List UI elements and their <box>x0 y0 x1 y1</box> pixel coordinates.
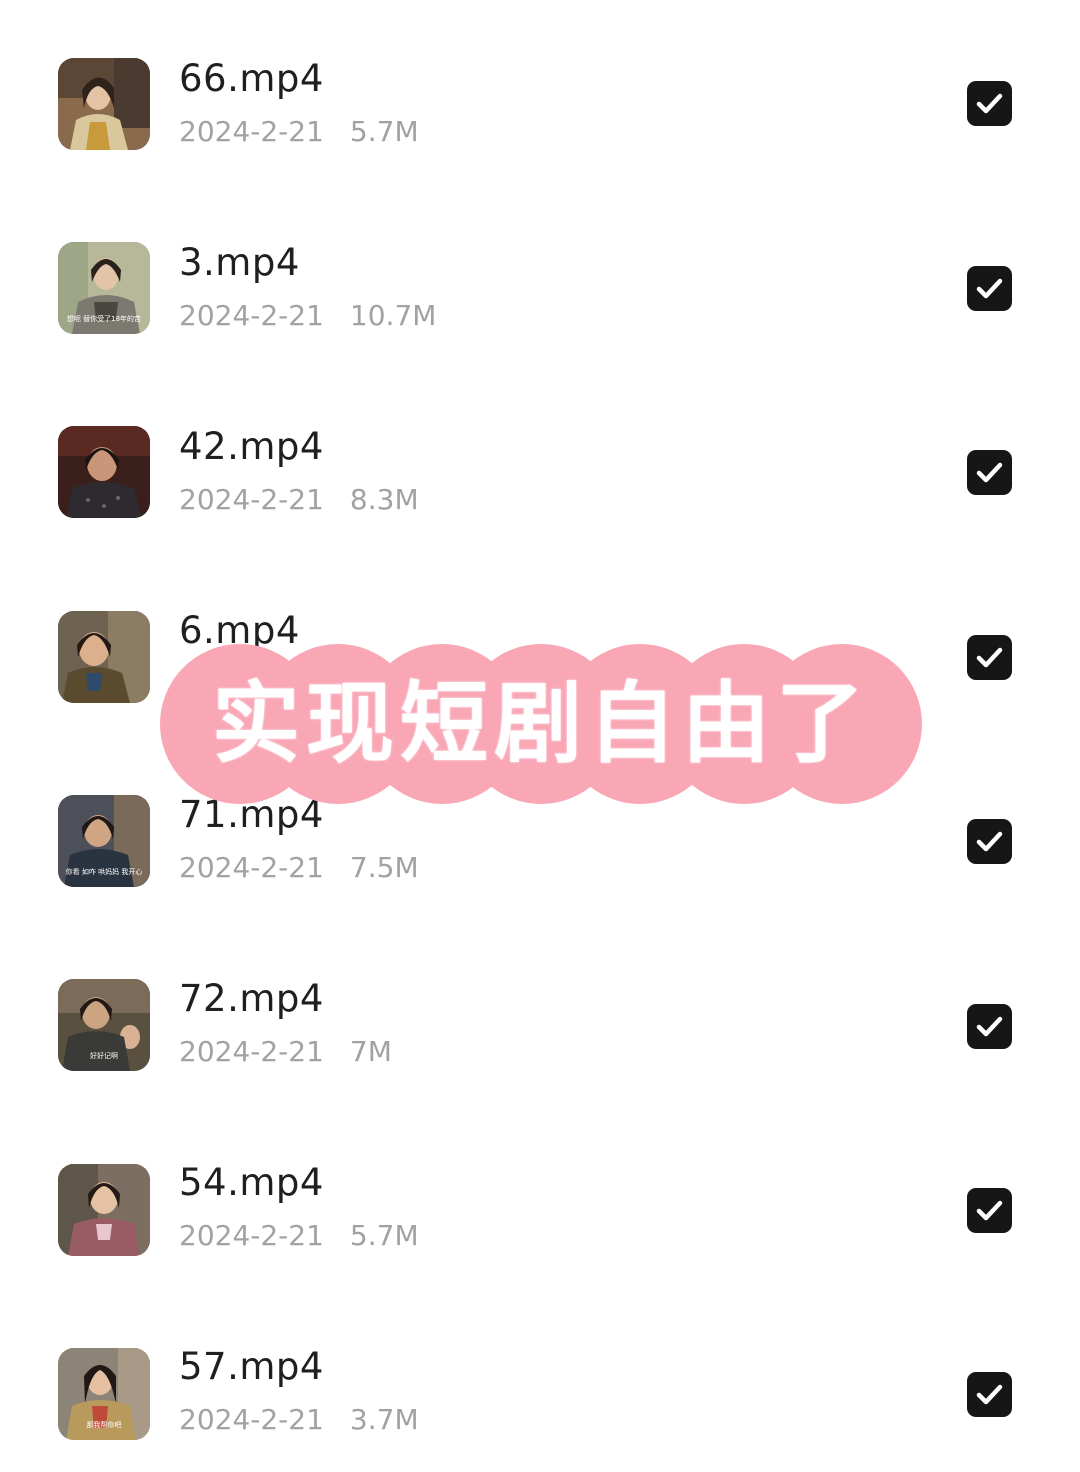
file-name: 3.mp4 <box>179 241 300 284</box>
checkmark-icon <box>976 831 1003 852</box>
checkmark-icon <box>976 647 1003 668</box>
thumbnail-image <box>58 58 150 150</box>
file-size: 10.7M <box>349 299 437 332</box>
video-thumbnail[interactable] <box>58 58 150 150</box>
file-size: 5.7M <box>349 1219 419 1252</box>
select-checkbox[interactable] <box>967 450 1012 495</box>
file-name: 54.mp4 <box>179 1161 324 1204</box>
thumbnail-caption: 那我帮你吧 <box>86 1421 122 1429</box>
thumbnail-caption: 想呢 替你受了18年的苦 <box>66 315 142 323</box>
file-size: 8.3M <box>349 483 419 516</box>
file-date: 2024-2-21 <box>179 115 324 148</box>
thumbnail-image <box>58 611 150 703</box>
video-thumbnail[interactable] <box>58 1164 150 1256</box>
list-item[interactable]: 那我帮你吧 57.mp4 2024-2-21 3.7M <box>0 1288 1080 1472</box>
file-meta: 2024-2-21 5.7M <box>179 118 419 146</box>
file-date: 2024-2-21 <box>179 1035 324 1068</box>
checkmark-icon <box>976 1200 1003 1221</box>
file-size: 7.5M <box>349 851 419 884</box>
checkmark-icon <box>976 1384 1003 1405</box>
select-checkbox[interactable] <box>967 1188 1012 1233</box>
video-thumbnail[interactable]: 你看 如咋 哄妈妈 我开心 <box>58 795 150 887</box>
checkmark-icon <box>976 1016 1003 1037</box>
thumbnail-image <box>58 1164 150 1256</box>
file-size: 3.7M <box>349 1403 419 1436</box>
file-meta: 2024-2-21 8.3M <box>179 486 419 514</box>
select-checkbox[interactable] <box>967 635 1012 680</box>
file-name: 42.mp4 <box>179 425 324 468</box>
list-item[interactable]: 42.mp4 2024-2-21 8.3M <box>0 368 1080 552</box>
video-thumbnail[interactable]: 想呢 替你受了18年的苦 <box>58 242 150 334</box>
list-item[interactable]: 想呢 替你受了18年的苦 3.mp4 2024-2-21 10.7M <box>0 184 1080 368</box>
select-checkbox[interactable] <box>967 1372 1012 1417</box>
file-meta: 2024-2-21 7.5M <box>179 854 419 882</box>
list-item[interactable]: 好好记啊 72.mp4 2024-2-21 7M <box>0 920 1080 1104</box>
file-meta: 2024-2-21 10.7M <box>179 302 436 330</box>
promo-banner: 实现短剧自由了 <box>160 644 922 804</box>
file-date: 2024-2-21 <box>179 1219 324 1252</box>
select-checkbox[interactable] <box>967 81 1012 126</box>
video-thumbnail[interactable] <box>58 611 150 703</box>
file-name: 66.mp4 <box>179 57 324 100</box>
select-checkbox[interactable] <box>967 266 1012 311</box>
video-thumbnail[interactable] <box>58 426 150 518</box>
file-meta: 2024-2-21 7M <box>179 1038 392 1066</box>
file-date: 2024-2-21 <box>179 851 324 884</box>
video-thumbnail[interactable]: 那我帮你吧 <box>58 1348 150 1440</box>
file-size: 7M <box>349 1035 392 1068</box>
select-checkbox[interactable] <box>967 1004 1012 1049</box>
video-thumbnail[interactable]: 好好记啊 <box>58 979 150 1071</box>
file-size: 5.7M <box>349 115 419 148</box>
select-checkbox[interactable] <box>967 819 1012 864</box>
thumbnail-image <box>58 426 150 518</box>
file-date: 2024-2-21 <box>179 483 324 516</box>
checkmark-icon <box>976 93 1003 114</box>
checkmark-icon <box>976 462 1003 483</box>
banner-headline: 实现短剧自由了 <box>211 672 870 775</box>
list-item[interactable]: 66.mp4 2024-2-21 5.7M <box>0 0 1080 184</box>
thumbnail-caption: 好好记啊 <box>90 1052 118 1060</box>
file-date: 2024-2-21 <box>179 1403 324 1436</box>
thumbnail-caption: 你看 如咋 哄妈妈 我开心 <box>65 868 143 876</box>
checkmark-icon <box>976 278 1003 299</box>
list-item[interactable]: 54.mp4 2024-2-21 5.7M <box>0 1104 1080 1288</box>
file-name: 72.mp4 <box>179 977 324 1020</box>
file-meta: 2024-2-21 5.7M <box>179 1222 419 1250</box>
file-name: 57.mp4 <box>179 1345 324 1388</box>
file-meta: 2024-2-21 3.7M <box>179 1406 419 1434</box>
file-date: 2024-2-21 <box>179 299 324 332</box>
